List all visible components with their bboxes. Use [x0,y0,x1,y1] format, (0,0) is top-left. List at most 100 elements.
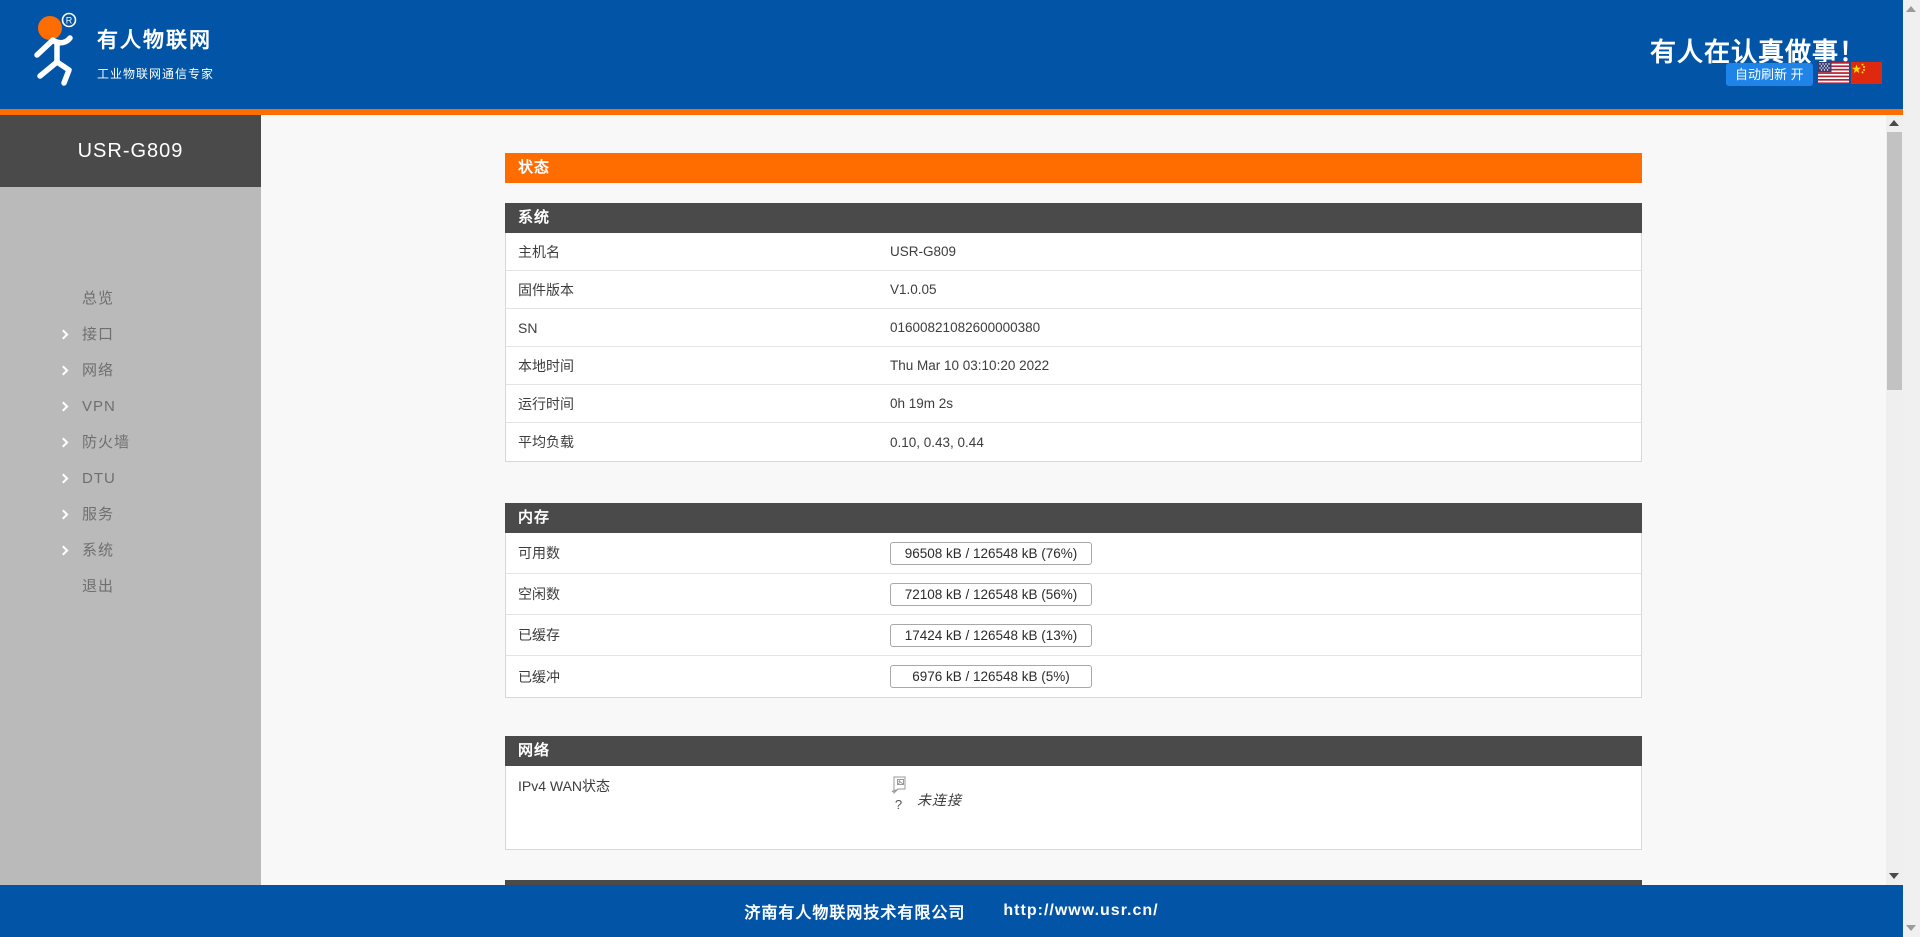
row-label: 固件版本 [518,271,574,308]
main-content-area: 状态 系统 主机名 USR-G809 固件版本 V1.0.05 SN 01600… [261,115,1886,885]
sidebar-item-vpn[interactable]: VPN [0,389,261,425]
row-label: 平均负载 [518,423,574,461]
scroll-up-icon[interactable] [1889,120,1899,126]
scroll-up-icon[interactable] [1906,6,1916,12]
footer-company: 济南有人物联网技术有限公司 [744,899,965,923]
chevron-right-icon [59,438,69,448]
sidebar-item-label: DTU [82,470,116,487]
scroll-down-icon[interactable] [1889,873,1899,879]
sidebar-item-label: 接口 [82,326,114,343]
sidebar-item-label: VPN [82,398,116,415]
sidebar-item-interfaces[interactable]: 接口 [0,317,261,353]
usr-logo-icon[interactable]: R [24,10,86,100]
sidebar-item-services[interactable]: 服务 [0,497,261,533]
row-label: 主机名 [518,233,560,270]
sidebar-item-system[interactable]: 系统 [0,533,261,569]
brand-tagline: 工业物联网通信专家 [97,65,214,82]
table-row: 空闲数 72108 kB / 126548 kB (56%) [506,574,1641,615]
row-value: 0.10, 0.43, 0.44 [890,423,984,461]
network-table: IPv4 WAN状态 ? [505,766,1642,850]
row-value: 96508 kB / 126548 kB (76%) [890,533,1092,573]
table-row: 主机名 USR-G809 [506,233,1641,271]
memory-bar-text: 17424 kB / 126548 kB (13%) [891,625,1091,646]
table-row: 本地时间 Thu Mar 10 03:10:20 2022 [506,347,1641,385]
sidebar-item-network[interactable]: 网络 [0,353,261,389]
row-value: 72108 kB / 126548 kB (56%) [890,574,1092,614]
section-header-system: 系统 [505,203,1642,233]
row-label: 已缓冲 [518,656,560,697]
memory-bar: 6976 kB / 126548 kB (5%) [890,665,1092,688]
router-admin-page: R 有人物联网 工业物联网通信专家 有人在认真做事！ 自动刷新 开 [0,0,1920,937]
svg-text:R: R [66,16,73,26]
row-value: 6976 kB / 126548 kB (5%) [890,656,1092,697]
table-row: SN 01600821082600000380 [506,309,1641,347]
section-header-memory: 内存 [505,503,1642,533]
scroll-down-icon[interactable] [1906,925,1916,931]
wan-status-text: 未连接 [917,790,962,810]
content-column: 状态 系统 主机名 USR-G809 固件版本 V1.0.05 SN 01600… [505,115,1642,885]
sidebar-item-label: 退出 [82,578,114,595]
chevron-right-icon [59,474,69,484]
broken-image-icon [890,776,907,795]
sidebar-item-firewall[interactable]: 防火墙 [0,425,261,461]
sidebar-item-overview[interactable]: 总览 [0,281,261,317]
sidebar-menu: 总览 接口 网络 VPN 防火墙 DTU 服务 系统 退出 [0,187,261,605]
us-flag-icon[interactable] [1818,62,1849,84]
row-label: 空闲数 [518,574,560,614]
content-scrollbar[interactable] [1886,115,1903,885]
row-label: 已缓存 [518,615,560,655]
row-label: IPv4 WAN状态 [518,766,610,849]
brand-title: 有人物联网 [97,24,214,54]
table-row: 固件版本 V1.0.05 [506,271,1641,309]
auto-refresh-toggle-button[interactable]: 自动刷新 开 [1726,63,1813,86]
row-value: V1.0.05 [890,271,937,308]
sidebar-item-dtu[interactable]: DTU [0,461,261,497]
page-title: 状态 [505,153,1642,183]
browser-scrollbar[interactable] [1903,0,1920,937]
row-label: 可用数 [518,533,560,573]
row-value: Thu Mar 10 03:10:20 2022 [890,347,1049,384]
chevron-right-icon [59,402,69,412]
brand-block: 有人物联网 工业物联网通信专家 [97,24,214,82]
chevron-right-icon [59,510,69,520]
row-label: 本地时间 [518,347,574,384]
table-row: 平均负载 0.10, 0.43, 0.44 [506,423,1641,461]
system-table: 主机名 USR-G809 固件版本 V1.0.05 SN 01600821082… [505,233,1642,462]
sidebar-item-label: 网络 [82,362,114,379]
row-value: USR-G809 [890,233,956,270]
sidebar-item-label: 防火墙 [82,434,130,451]
top-header-bar: R 有人物联网 工业物联网通信专家 有人在认真做事！ 自动刷新 开 [0,0,1903,109]
sidebar-item-logout[interactable]: 退出 [0,569,261,605]
broken-image-placeholder: ? [890,776,907,812]
device-model-title: USR-G809 [0,115,261,187]
memory-table: 可用数 96508 kB / 126548 kB (76%) 空闲数 72108… [505,533,1642,698]
footer-bar: 济南有人物联网技术有限公司 http://www.usr.cn/ [0,885,1903,937]
sidebar-item-label: 服务 [82,506,114,523]
alt-question-mark: ? [895,797,902,812]
row-value: 0h 19m 2s [890,385,953,422]
row-value: 17424 kB / 126548 kB (13%) [890,615,1092,655]
memory-bar: 96508 kB / 126548 kB (76%) [890,542,1092,565]
sidebar-item-label: 系统 [82,542,114,559]
memory-bar-text: 6976 kB / 126548 kB (5%) [891,666,1091,687]
memory-bar-text: 96508 kB / 126548 kB (76%) [891,543,1091,564]
table-row: 运行时间 0h 19m 2s [506,385,1641,423]
table-row: 已缓存 17424 kB / 126548 kB (13%) [506,615,1641,656]
table-row: 已缓冲 6976 kB / 126548 kB (5%) [506,656,1641,697]
section-header-network: 网络 [505,736,1642,766]
memory-bar-text: 72108 kB / 126548 kB (56%) [891,584,1091,605]
row-value: ? 未连接 [890,766,962,849]
sidebar-nav: USR-G809 总览 接口 网络 VPN 防火墙 DTU 服务 系统 退出 [0,115,261,885]
table-row: IPv4 WAN状态 ? [506,766,1641,849]
scrollbar-thumb[interactable] [1887,132,1902,390]
chevron-right-icon [59,546,69,556]
chevron-right-icon [59,366,69,376]
row-label: SN [518,309,537,346]
memory-bar: 72108 kB / 126548 kB (56%) [890,583,1092,606]
china-flag-icon[interactable] [1851,62,1882,84]
row-value: 01600821082600000380 [890,309,1040,346]
table-row: 可用数 96508 kB / 126548 kB (76%) [506,533,1641,574]
sidebar-item-label: 总览 [82,290,114,307]
footer-url-link[interactable]: http://www.usr.cn/ [1003,902,1158,920]
memory-bar: 17424 kB / 126548 kB (13%) [890,624,1092,647]
